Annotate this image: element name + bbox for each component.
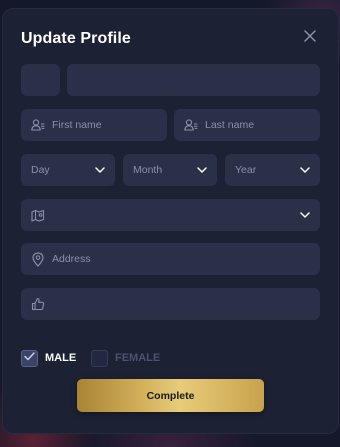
user-list-icon bbox=[30, 117, 46, 133]
map-pin-icon bbox=[30, 207, 46, 223]
birth-month-label: Month bbox=[133, 164, 163, 176]
gender-option-male[interactable]: MALE bbox=[21, 348, 76, 368]
location-pin-icon bbox=[30, 251, 46, 267]
birth-day-label: Day bbox=[31, 164, 50, 176]
checkmark-icon bbox=[24, 352, 35, 364]
last-name-placeholder: Last name bbox=[205, 119, 255, 131]
last-name-input[interactable]: Last name bbox=[174, 109, 320, 141]
female-checkbox[interactable] bbox=[91, 349, 108, 367]
user-list-icon bbox=[183, 117, 199, 133]
gender-female-label: FEMALE bbox=[115, 352, 161, 364]
address-placeholder: Address bbox=[52, 253, 91, 265]
phone-field[interactable] bbox=[67, 64, 320, 96]
birth-year-select[interactable]: Year bbox=[225, 154, 320, 186]
birth-month-select[interactable]: Month bbox=[123, 154, 217, 186]
address-input[interactable]: Address bbox=[21, 243, 320, 275]
complete-button[interactable]: Complete bbox=[77, 379, 264, 412]
first-name-input[interactable]: First name bbox=[21, 109, 167, 141]
update-profile-modal: Update Profile First name Last name Day … bbox=[3, 9, 338, 433]
birth-day-select[interactable]: Day bbox=[21, 154, 115, 186]
first-name-placeholder: First name bbox=[52, 119, 102, 131]
chevron-down-icon bbox=[300, 165, 310, 175]
thumbs-up-icon bbox=[30, 296, 46, 312]
close-button[interactable] bbox=[301, 29, 319, 47]
referral-input[interactable] bbox=[21, 288, 320, 320]
birth-year-label: Year bbox=[235, 164, 257, 176]
gender-male-label: MALE bbox=[45, 352, 77, 364]
region-select[interactable] bbox=[21, 199, 320, 231]
chevron-down-icon bbox=[197, 165, 207, 175]
modal-title: Update Profile bbox=[21, 30, 131, 47]
gender-option-female[interactable]: FEMALE bbox=[91, 348, 160, 368]
close-icon bbox=[304, 29, 316, 47]
chevron-down-icon bbox=[95, 165, 105, 175]
male-checkbox[interactable] bbox=[21, 349, 38, 367]
chevron-down-icon bbox=[300, 210, 310, 220]
country-code-field[interactable] bbox=[21, 64, 60, 96]
